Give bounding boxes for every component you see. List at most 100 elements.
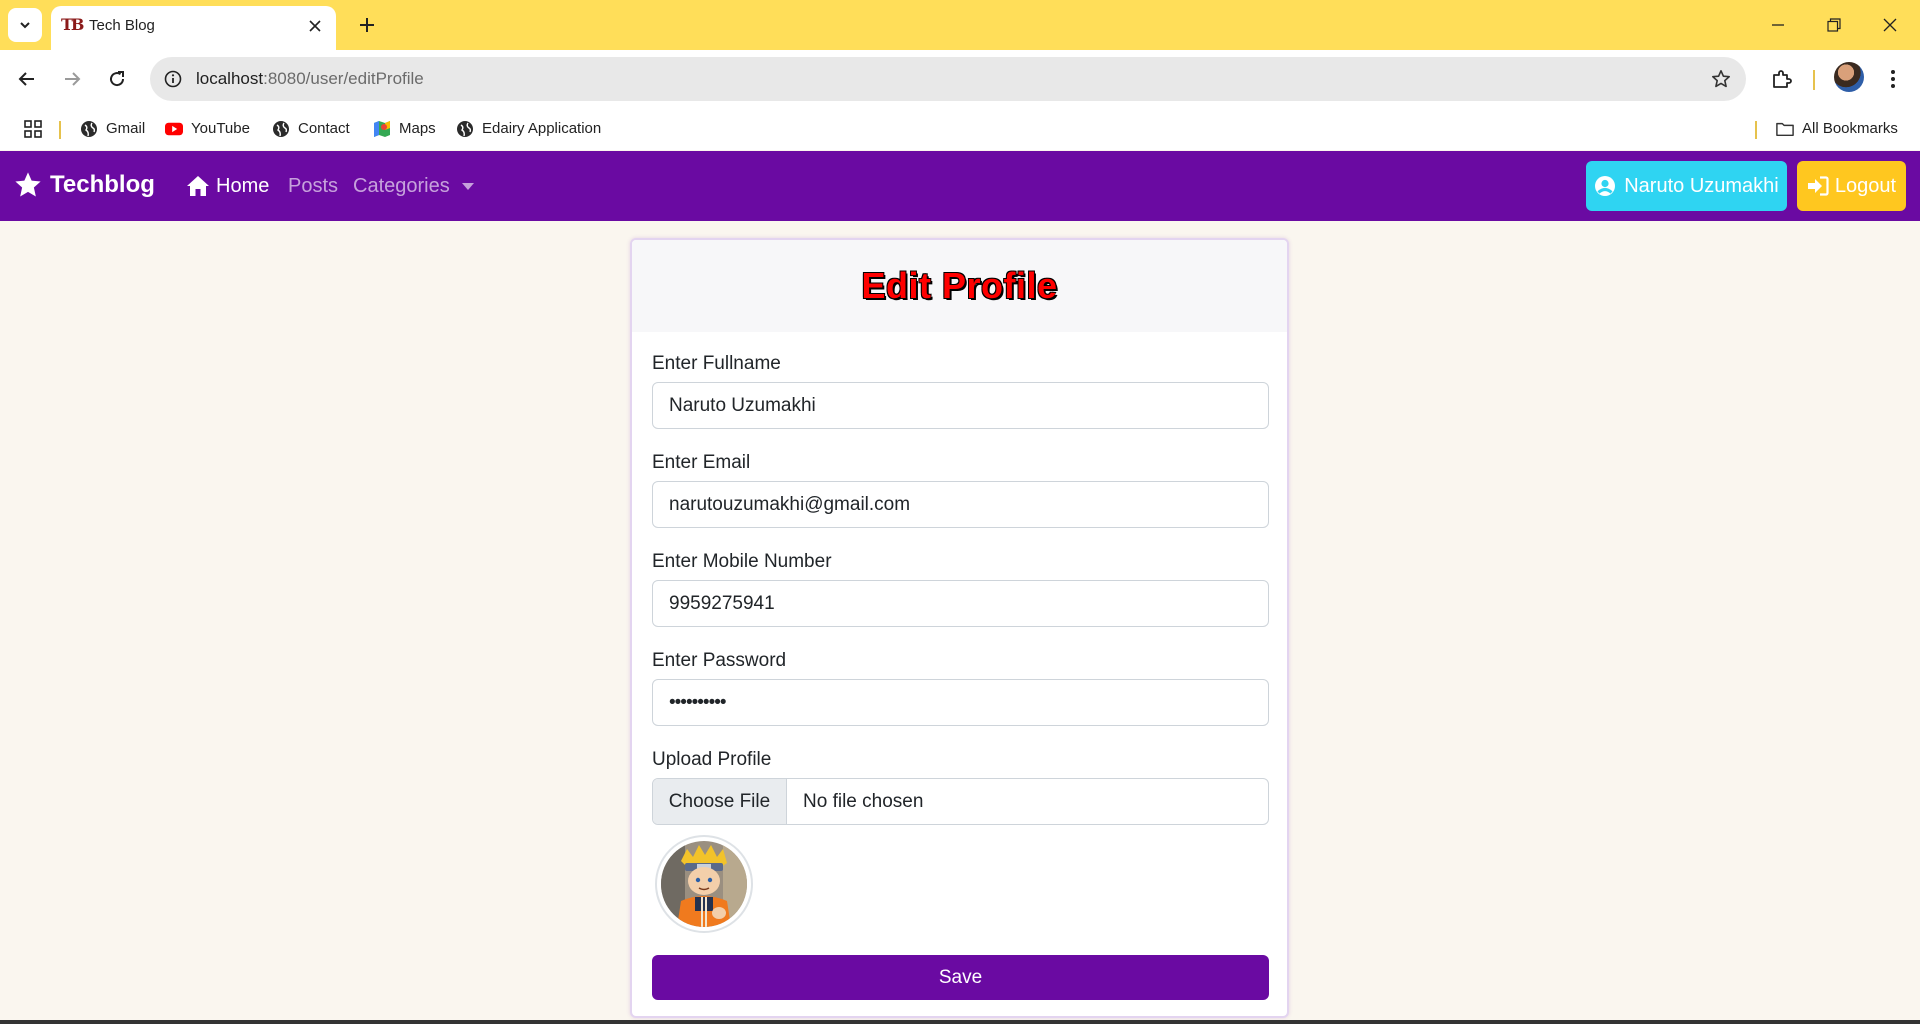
- nav-posts-label: Posts: [288, 175, 339, 197]
- password-label: Enter Password: [652, 650, 787, 671]
- home-icon: [187, 176, 209, 196]
- nav-home[interactable]: Home: [186, 174, 269, 198]
- browser-menu-button[interactable]: [1878, 62, 1908, 96]
- email-label: Enter Email: [652, 452, 751, 473]
- browser-toolbar: localhost:8080/user/editProfile: [0, 50, 1920, 108]
- url-text[interactable]: localhost:8080/user/editProfile: [196, 69, 424, 89]
- mobile-label: Enter Mobile Number: [652, 551, 832, 572]
- bookmark-edairy[interactable]: Edairy Application: [456, 117, 601, 141]
- tab-favicon-icon: TB: [61, 15, 84, 34]
- sign-in-icon: [1807, 176, 1829, 196]
- globe-icon: [272, 120, 290, 138]
- bookmark-label: Contact: [298, 120, 350, 137]
- bookmark-youtube[interactable]: YouTube: [165, 117, 250, 141]
- youtube-icon: [165, 120, 183, 138]
- new-tab-button[interactable]: [352, 10, 382, 40]
- globe-icon: [80, 120, 98, 138]
- upload-label: Upload Profile: [652, 749, 772, 770]
- nav-categories-label: Categories: [353, 175, 450, 197]
- minimize-button[interactable]: [1750, 0, 1806, 50]
- reload-icon: [110, 71, 125, 87]
- site-info-icon[interactable]: [162, 68, 184, 90]
- url-host: localhost: [196, 69, 264, 88]
- bookmarks-bar: Gmail YouTube Contact Maps Edairy Applic…: [0, 108, 1920, 150]
- nav-posts[interactable]: Posts: [288, 174, 338, 198]
- user-profile-button[interactable]: Naruto Uzumakhi: [1586, 161, 1787, 211]
- choose-file-button[interactable]: Choose File: [653, 779, 787, 824]
- extensions-button[interactable]: [1765, 62, 1799, 96]
- bookmark-label: Edairy Application: [482, 120, 602, 137]
- bookmarks-divider: [59, 121, 61, 139]
- mobile-field-group: Enter Mobile Number 9959275941: [652, 550, 1269, 627]
- taskbar-edge: [0, 1020, 1920, 1024]
- more-vertical-icon: [1891, 70, 1895, 88]
- user-circle-icon: [1595, 176, 1616, 196]
- password-input[interactable]: ••••••••••: [652, 679, 1269, 726]
- bookmark-label: Maps: [399, 120, 436, 137]
- nav-categories-dropdown[interactable]: Categories: [353, 174, 474, 198]
- nav-home-label: Home: [216, 175, 270, 197]
- upload-field-group: Upload Profile Choose File No file chose…: [652, 748, 1269, 825]
- bookmark-contact[interactable]: Contact: [272, 117, 350, 141]
- browser-tab-strip: TB Tech Blog: [0, 0, 1920, 50]
- star-icon: [15, 172, 41, 197]
- fullname-input[interactable]: Naruto Uzumakhi: [652, 382, 1269, 429]
- forward-button[interactable]: [55, 62, 89, 96]
- bookmark-label: YouTube: [191, 120, 250, 137]
- save-button[interactable]: Save: [652, 955, 1269, 1000]
- user-profile-label: Naruto Uzumakhi: [1624, 175, 1779, 197]
- restore-button[interactable]: [1806, 0, 1862, 50]
- tab-close-button[interactable]: [304, 15, 326, 37]
- minimize-icon: [1772, 24, 1784, 26]
- restore-icon: [1827, 18, 1841, 32]
- edit-profile-card: Edit Profile Enter Fullname Naruto Uzuma…: [630, 238, 1289, 1018]
- email-input[interactable]: narutouzumakhi@gmail.com: [652, 481, 1269, 528]
- folder-icon: [1776, 120, 1794, 138]
- tab-title: Tech Blog: [89, 17, 155, 34]
- bookmark-star-button[interactable]: [1708, 66, 1734, 92]
- file-upload-input[interactable]: Choose File No file chosen: [652, 778, 1269, 825]
- caret-down-icon: [461, 182, 474, 190]
- page-title: Edit Profile: [861, 265, 1058, 306]
- logout-label: Logout: [1834, 175, 1897, 197]
- file-status-text: No file chosen: [803, 790, 924, 812]
- profile-picture-image: [661, 841, 747, 927]
- bookmark-gmail[interactable]: Gmail: [80, 117, 145, 141]
- toolbar-divider: [1813, 70, 1815, 90]
- fullname-field-group: Enter Fullname Naruto Uzumakhi: [652, 352, 1269, 429]
- close-window-button[interactable]: [1862, 0, 1918, 50]
- card-header: Edit Profile: [632, 240, 1287, 332]
- all-bookmarks-label: All Bookmarks: [1802, 120, 1898, 137]
- back-button[interactable]: [10, 62, 44, 96]
- site-navbar: Techblog Home Posts Categories Naruto Uz…: [0, 151, 1920, 221]
- bookmarks-divider: [1755, 121, 1757, 139]
- profile-avatar[interactable]: [1834, 62, 1864, 92]
- mobile-input[interactable]: 9959275941: [652, 580, 1269, 627]
- fullname-label: Enter Fullname: [652, 353, 781, 374]
- reload-button[interactable]: [100, 62, 134, 96]
- address-bar[interactable]: localhost:8080/user/editProfile: [150, 57, 1746, 101]
- close-icon: [309, 20, 321, 32]
- maps-icon: [373, 120, 391, 138]
- browser-tab[interactable]: TB Tech Blog: [51, 6, 336, 50]
- brand-link[interactable]: Techblog: [14, 169, 155, 201]
- arrow-right-icon: [65, 72, 81, 86]
- plus-icon: [360, 18, 374, 32]
- bookmark-label: Gmail: [106, 120, 146, 137]
- arrow-left-icon: [18, 72, 34, 86]
- password-field-group: Enter Password ••••••••••: [652, 649, 1269, 726]
- url-path: :8080/user/editProfile: [263, 69, 424, 88]
- logout-button[interactable]: Logout: [1797, 161, 1906, 211]
- all-bookmarks-button[interactable]: All Bookmarks: [1776, 117, 1898, 141]
- apps-button[interactable]: [20, 116, 46, 142]
- puzzle-icon: [1773, 70, 1792, 88]
- chevron-down-icon: [20, 22, 30, 29]
- star-outline-icon: [1712, 70, 1730, 88]
- email-field-group: Enter Email narutouzumakhi@gmail.com: [652, 451, 1269, 528]
- tab-search-button[interactable]: [8, 8, 42, 42]
- bookmark-maps[interactable]: Maps: [373, 117, 436, 141]
- apps-grid-icon: [24, 120, 42, 138]
- brand-name: Techblog: [50, 171, 155, 198]
- profile-picture: [655, 835, 753, 933]
- close-icon: [1883, 18, 1897, 32]
